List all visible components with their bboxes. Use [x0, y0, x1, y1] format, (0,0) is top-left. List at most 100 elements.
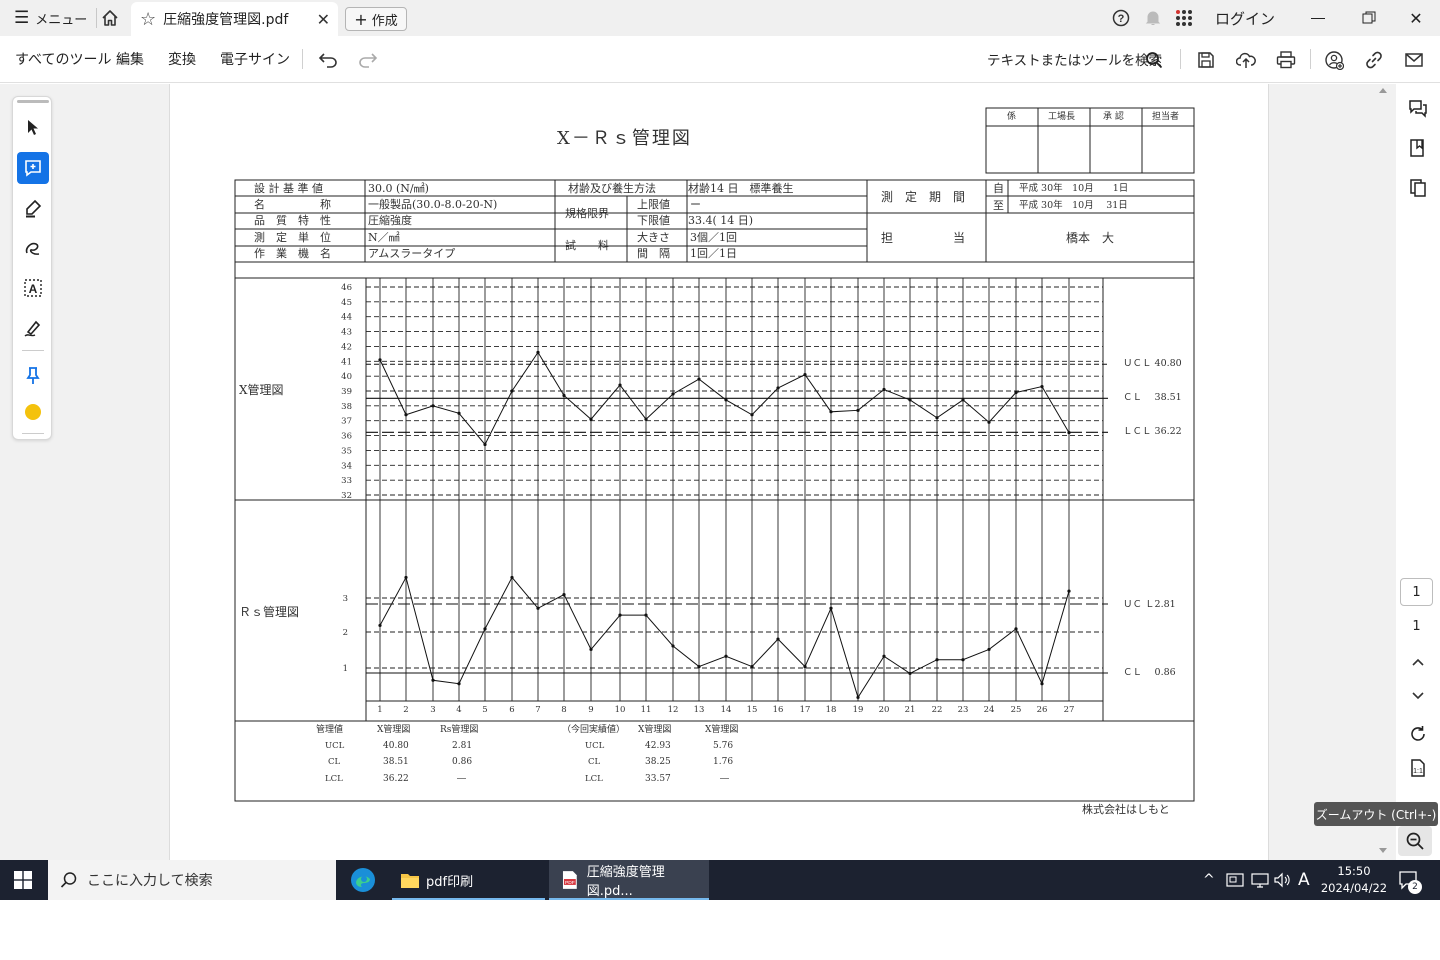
bookmarks-panel-button[interactable] — [1404, 134, 1432, 162]
summary-left-cell: UCL — [325, 741, 345, 751]
sign-tool[interactable] — [17, 312, 49, 344]
help-button[interactable]: ? — [1112, 0, 1130, 36]
summary-left-cell: ― — [457, 774, 466, 784]
restore-icon — [1362, 11, 1376, 24]
menu-all-tools[interactable]: すべてのツール — [15, 36, 111, 82]
summary-left-header: Rs管理図 — [440, 725, 479, 735]
menu-e-sign[interactable]: 電子サイン — [220, 36, 290, 82]
page-number-input[interactable]: 1 — [1400, 578, 1433, 606]
taskbar-search-placeholder: ここに入力して検索 — [87, 873, 213, 889]
scroll-down-arrow[interactable] — [1379, 848, 1387, 853]
comments-panel-button[interactable] — [1404, 94, 1432, 122]
rotate-button[interactable] — [1404, 720, 1432, 748]
pages-panel-button[interactable] — [1404, 174, 1432, 202]
star-icon[interactable]: ☆ — [140, 9, 156, 30]
x-category-label: 5 — [482, 705, 487, 715]
tray-volume-icon[interactable] — [1273, 860, 1291, 900]
highlight-tool[interactable] — [17, 192, 49, 224]
email-button[interactable] — [1402, 48, 1426, 72]
to-value: 平成 30年 10月 31日 — [1019, 200, 1128, 211]
zoom-out-button[interactable] — [1398, 826, 1432, 856]
mail-icon — [1405, 53, 1423, 67]
tray-monitor-icon[interactable] — [1251, 860, 1269, 900]
menu-edit[interactable]: 編集 — [116, 36, 144, 82]
x-tick-label: 39 — [341, 387, 352, 397]
previous-page-button[interactable] — [1404, 648, 1432, 676]
close-tab-icon[interactable]: ✕ — [317, 10, 330, 29]
close-window-button[interactable]: ✕ — [1406, 0, 1426, 36]
undo-button[interactable] — [316, 48, 340, 72]
select-tool[interactable] — [17, 112, 49, 144]
search-icon — [60, 872, 77, 888]
x-data-point — [724, 398, 728, 402]
text-box-icon: A — [24, 279, 42, 297]
taskbar-search-box[interactable]: ここに入力して検索 — [48, 860, 336, 900]
notification-button[interactable] — [1144, 0, 1162, 36]
add-comment-tool[interactable] — [17, 152, 49, 184]
desktop-bottom-area — [0, 900, 1440, 960]
login-button[interactable]: ログイン — [1215, 0, 1275, 36]
x-data-point — [644, 417, 648, 421]
x-tick-label: 32 — [341, 491, 352, 501]
redo-button[interactable] — [356, 48, 380, 72]
search-button[interactable] — [1142, 48, 1166, 72]
clock[interactable]: 15:50 2024/04/22 — [1318, 860, 1390, 900]
fit-page-button[interactable]: 1:1 — [1404, 754, 1432, 782]
text-box-tool[interactable]: A — [17, 272, 49, 304]
minimize-button[interactable] — [1308, 0, 1328, 36]
tab-title: 圧縮強度管理図.pdf — [163, 12, 289, 28]
home-button[interactable] — [100, 0, 120, 36]
rs-data-point — [803, 664, 807, 669]
x-tick-label: 36 — [341, 432, 352, 442]
x-category-label: 22 — [932, 705, 943, 715]
taskbar-app-pdf-print[interactable]: pdf印刷 — [392, 860, 545, 900]
upload-button[interactable] — [1234, 48, 1258, 72]
rs-data-point — [829, 606, 833, 610]
draw-tool[interactable] — [17, 232, 49, 264]
copy-link-button[interactable] — [1362, 48, 1386, 72]
scroll-up-arrow[interactable] — [1379, 88, 1387, 93]
summary-right-cell: 1.76 — [713, 757, 734, 767]
restore-button[interactable] — [1359, 0, 1379, 36]
share-user-button[interactable] — [1322, 48, 1346, 72]
x-data-point — [908, 398, 912, 402]
x-data-point — [829, 410, 833, 414]
pages-icon — [1410, 179, 1426, 197]
show-hidden-icons[interactable]: ^ — [1203, 860, 1215, 900]
x-category-label: 27 — [1064, 705, 1075, 715]
vertical-scrollbar[interactable] — [1376, 84, 1390, 860]
approval-header-3: 承 認 — [1103, 112, 1124, 122]
taskbar-app-acrobat[interactable]: PDF 圧縮強度管理図.pd... — [549, 860, 709, 900]
x-category-label: 17 — [800, 705, 811, 715]
menu-convert[interactable]: 変換 — [168, 36, 196, 82]
create-button[interactable]: + 作成 — [345, 7, 407, 31]
menu-label: メニュー — [35, 12, 88, 28]
next-page-button[interactable] — [1404, 682, 1432, 710]
tool-search-label[interactable]: テキストまたはツールを検索 — [987, 36, 1162, 82]
x-data-point — [618, 383, 622, 387]
rs-data-point — [1040, 682, 1044, 686]
apps-button[interactable] — [1175, 0, 1193, 36]
summary-right-cell: LCL — [585, 774, 603, 784]
approval-header-1: 係 — [1007, 112, 1017, 122]
document-tab[interactable]: ☆ 圧縮強度管理図.pdf ✕ — [131, 2, 338, 36]
menu-button[interactable]: ☰ メニュー — [14, 0, 87, 36]
pin-tool[interactable] — [17, 360, 49, 392]
svg-text:PDF: PDF — [565, 880, 575, 886]
printer-icon — [1276, 51, 1296, 69]
save-button[interactable] — [1194, 48, 1218, 72]
bookmark-icon — [1410, 139, 1424, 157]
print-button[interactable] — [1274, 48, 1298, 72]
edge-app[interactable] — [349, 860, 377, 900]
notification-center-button[interactable]: 2 — [1398, 860, 1422, 900]
start-button[interactable] — [14, 860, 32, 900]
cloud-upload-icon — [1236, 52, 1256, 68]
x-data-point — [536, 350, 540, 354]
ime-mode-indicator[interactable]: A — [1298, 860, 1310, 900]
tray-network-icon[interactable] — [1226, 860, 1244, 900]
x-category-label: 9 — [588, 705, 593, 715]
interval-value: 1回／1日 — [690, 247, 737, 260]
panel-grip[interactable] — [17, 100, 49, 103]
x-chart-label: X管理図 — [239, 383, 284, 397]
color-picker[interactable] — [17, 396, 49, 428]
